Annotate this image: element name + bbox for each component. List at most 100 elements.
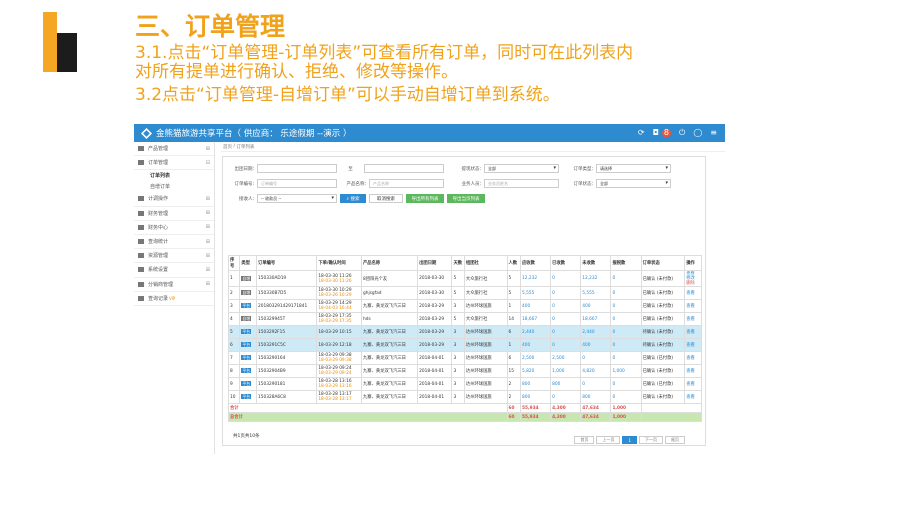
- th-no: 序号: [227, 255, 241, 271]
- th-tax: 报税款: [610, 255, 642, 271]
- minus-icon: ⊟: [205, 159, 210, 166]
- th-date: 出团日期: [417, 255, 453, 271]
- refresh-icon[interactable]: ⟳: [638, 129, 645, 137]
- table-row: 1 自增 150330AD19 18-03-30 11:26 18-03-30 11:2…: [227, 270, 702, 287]
- folder-icon: [138, 253, 144, 259]
- delete-link[interactable]: 删除: [686, 281, 700, 286]
- date-from-input[interactable]: [257, 164, 337, 173]
- type-select[interactable]: 请选择: [596, 164, 671, 173]
- pager-first[interactable]: 首页: [574, 436, 595, 444]
- list-icon: [138, 160, 144, 166]
- history-icon: [138, 295, 144, 301]
- date-to-label: 至: [348, 166, 353, 172]
- pager-info: 共1页共10条: [233, 434, 260, 439]
- date-to-input[interactable]: [364, 164, 444, 173]
- plus-icon: ⊞: [205, 252, 210, 259]
- table-row: 7 平台 1503290164 18-03-29 09:38 18-03-29 09:3…: [227, 351, 702, 365]
- order-type-tag: 自增: [241, 290, 252, 295]
- view-link[interactable]: 查看: [686, 356, 700, 361]
- sidebar: 产品管理 ⊞ 订单管理 ⊟ 订单列表 自增订单 计调操作 ⊞ 财务管理 ⊞ 财务中心 ⊞ …: [134, 142, 215, 454]
- view-link[interactable]: 查看: [686, 382, 700, 387]
- pager: 首页 上一页 1 下一页 尾页: [574, 436, 685, 444]
- pager-next[interactable]: 下一页: [639, 436, 663, 444]
- box-icon: [138, 146, 144, 152]
- sales-input[interactable]: 业务员姓名: [484, 179, 559, 188]
- sidebar-sub-order-list[interactable]: 订单列表: [134, 170, 214, 181]
- plus-icon: ⊞: [205, 195, 210, 202]
- th-due: 应收款: [520, 255, 552, 271]
- table-row: 6 平台 1503291C5C 18-03-29 12:18 九寨、黄龙双飞汽三日 201…: [227, 338, 702, 352]
- order-type-tag: 平台: [241, 329, 252, 334]
- plus-icon: ⊞: [205, 145, 210, 152]
- logo-bar-black: [57, 33, 77, 72]
- pager-current[interactable]: 1: [622, 436, 637, 444]
- order-no-input[interactable]: 订单编号: [257, 179, 337, 188]
- view-link[interactable]: 查看: [686, 330, 700, 335]
- slide-line-2: 对所有提单进行确认、拒绝、修改等操作。: [135, 62, 458, 82]
- order-rows: 1 自增 150330AD19 18-03-30 11:26 18-03-30 11:2…: [227, 270, 702, 404]
- sidebar-item-resources[interactable]: 资源管理 ⊞: [134, 249, 214, 264]
- sidebar-item-finance[interactable]: 财务管理 ⊞: [134, 207, 214, 221]
- breadcrumb: 首页 / 订单列表: [221, 142, 725, 152]
- sidebar-item-ops[interactable]: 计调操作 ⊞: [134, 192, 214, 207]
- th-people: 人数: [506, 255, 521, 271]
- status-label: 提现状态：: [461, 166, 485, 172]
- th-order: 订单编号: [256, 255, 318, 271]
- app-topbar: 金熊猫旅游共享平台（ 供应商： 乐途假期 --演示 ） ⟳ ◘ 8 ⏻ ◯ ≡: [134, 124, 725, 142]
- export-page-button[interactable]: 导出当页列表: [447, 194, 485, 203]
- order-type-tag: 自增: [241, 275, 252, 281]
- sidebar-item-orders[interactable]: 订单管理 ⊟: [134, 156, 214, 171]
- product-label: 产品名称：: [346, 181, 370, 187]
- sidebar-item-stats[interactable]: 查询统计 ⊞: [134, 235, 214, 250]
- order-type-tag: 平台: [241, 368, 252, 373]
- order-type-tag: 平台: [241, 342, 252, 347]
- order-no-label: 订单编号：: [234, 181, 258, 187]
- sidebar-item-finance-center[interactable]: 财务中心 ⊞: [134, 221, 214, 235]
- app-title: 金熊猫旅游共享平台（ 供应商： 乐途假期 --演示 ）: [156, 129, 352, 139]
- pager-prev[interactable]: 上一页: [596, 436, 621, 444]
- view-link[interactable]: 查看: [686, 395, 700, 400]
- app-screenshot: 金熊猫旅游共享平台（ 供应商： 乐途假期 --演示 ） ⟳ ◘ 8 ⏻ ◯ ≡ 产…: [134, 124, 725, 454]
- sidebar-item-product[interactable]: 产品管理 ⊞: [134, 142, 214, 157]
- order-type-tag: 平台: [241, 394, 252, 399]
- th-status: 订单状态: [640, 255, 686, 271]
- view-link[interactable]: 查看: [686, 304, 700, 309]
- bell-icon[interactable]: ◘: [653, 129, 659, 137]
- view-link[interactable]: 查看: [686, 369, 700, 374]
- receiver-select[interactable]: -- 收款员 --: [257, 194, 337, 203]
- view-link[interactable]: 查看: [686, 317, 700, 322]
- view-link[interactable]: 查看: [686, 291, 700, 296]
- sidebar-item-distributors[interactable]: 分销商管理 ⊞: [134, 278, 214, 292]
- th-ops: 操作: [684, 255, 702, 271]
- breadcrumb-home[interactable]: 首页: [223, 144, 232, 150]
- cancel-search-button[interactable]: 取消搜索: [369, 194, 403, 203]
- total-row: 总合计 60 55,934 4,300 47,634 1,000: [228, 412, 703, 422]
- status-select[interactable]: 全部: [484, 164, 559, 173]
- menu-icon[interactable]: ≡: [710, 129, 717, 137]
- gear-icon: [138, 267, 144, 273]
- order-type-tag: 自增: [241, 316, 252, 321]
- main-content: 首页 / 订单列表 出团日期： 至 提现状态： 全部 订单类型： 请选择 订单编…: [221, 142, 725, 454]
- th-time: 下单/确认时间: [316, 255, 363, 271]
- power-icon[interactable]: ⏻: [679, 129, 685, 137]
- order-status-label: 订单状态：: [573, 181, 597, 187]
- order-type-tag: 平台: [241, 381, 252, 386]
- product-input[interactable]: 产品名称: [369, 179, 444, 188]
- table-header-row: 序号 类型 订单编号 下单/确认时间 产品名称 出团日期 天数 组团社 人数 应…: [227, 255, 702, 271]
- search-icon: [138, 239, 144, 245]
- pager-last[interactable]: 尾页: [665, 436, 685, 444]
- th-type: 类型: [239, 255, 258, 271]
- sidebar-item-records[interactable]: 查询记录 VIP: [134, 292, 214, 306]
- order-status-select[interactable]: 全部: [596, 179, 671, 188]
- search-button[interactable]: ⌕ 搜索: [340, 194, 366, 203]
- search-icon: ⌕: [346, 196, 350, 202]
- plus-icon: ⊞: [205, 238, 210, 245]
- sidebar-sub-add-order[interactable]: 自增订单: [134, 181, 214, 192]
- sales-label: 业务人员：: [461, 181, 485, 187]
- chat-icon[interactable]: ◯: [693, 129, 702, 137]
- export-all-button[interactable]: 导出所有列表: [406, 194, 444, 203]
- table-row: 8 平台 15032904B9 18-03-29 09:24 18-03-29 09:2…: [227, 364, 702, 378]
- th-product: 产品名称: [361, 255, 419, 271]
- sidebar-item-settings[interactable]: 系统设置 ⊞: [134, 263, 214, 278]
- view-link[interactable]: 查看: [686, 343, 700, 348]
